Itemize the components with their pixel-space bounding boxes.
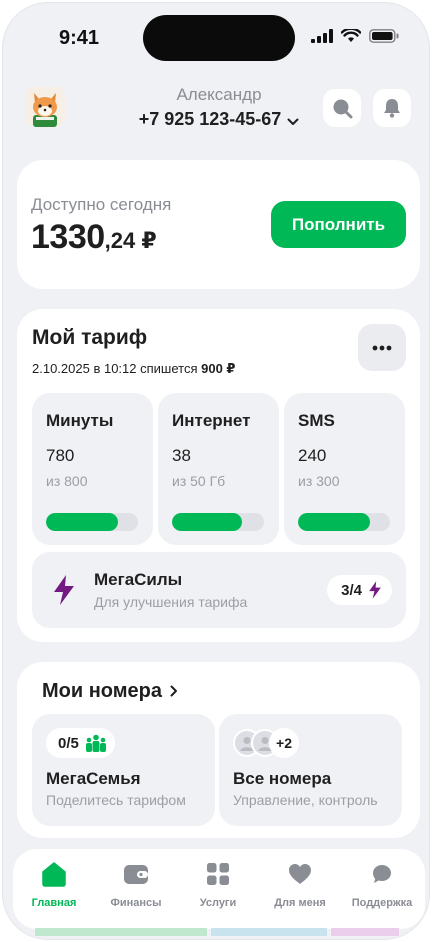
usage-sms[interactable]: SMS 240 из 300: [284, 393, 405, 545]
home-icon: [42, 862, 66, 887]
nav-item-services[interactable]: Услуги: [177, 859, 259, 909]
balance-amount: 1330,24 ₽: [31, 218, 157, 257]
usage-progress-fill: [172, 513, 242, 531]
usage-limit: из 300: [298, 473, 340, 489]
battery-icon: [369, 29, 399, 43]
usage-name: Интернет: [172, 411, 251, 430]
search-button[interactable]: [323, 89, 361, 127]
usage-name: SMS: [298, 411, 335, 430]
usage-progress-fill: [46, 513, 118, 531]
balance-amount-main: 1330: [31, 218, 105, 256]
usage-value: 240: [298, 446, 327, 465]
phone-number: +7 925 123-45-67: [138, 109, 282, 129]
bottom-nav: Главная Финансы Услуги Для меня Поддержк…: [13, 849, 425, 929]
peek-strip-green: [35, 928, 207, 936]
phone-selector[interactable]: +7 925 123-45-67: [3, 109, 429, 131]
usage-minutes[interactable]: Минуты 780 из 800: [32, 393, 153, 545]
peek-strip-pink: [331, 928, 399, 936]
chevron-down-icon: [287, 110, 299, 131]
balance-card: Доступно сегодня 1330,24 ₽ Пополнить: [17, 160, 420, 289]
numbers-title-link[interactable]: Мои номера: [42, 680, 178, 703]
megafamily-subtitle: Поделитесь тарифом: [46, 792, 186, 808]
usage-limit: из 50 Гб: [172, 473, 226, 489]
usage-value: 38: [172, 446, 191, 465]
numbers-title: Мои номера: [42, 680, 163, 702]
megafamily-badge: 0/5: [46, 728, 115, 758]
nav-item-finance[interactable]: Финансы: [95, 859, 177, 909]
nav-item-support[interactable]: Поддержка: [341, 859, 423, 909]
nav-label: Финансы: [110, 897, 162, 909]
nav-item-for-me[interactable]: Для меня: [259, 859, 341, 909]
bell-icon: [384, 99, 400, 118]
peek-strip-blue: [211, 928, 327, 936]
topup-button[interactable]: Пополнить: [271, 201, 406, 248]
megafamily-card[interactable]: 0/5 МегаСемья Поделитесь тарифом: [32, 714, 215, 826]
app-screen: 9:41 Александр +7 925 123-45-67 Доступно…: [2, 2, 430, 940]
all-numbers-card[interactable]: +2 Все номера Управление, контроль: [219, 714, 402, 826]
nav-label: Главная: [31, 897, 77, 909]
tariff-title: Мой тариф: [32, 326, 148, 349]
tariff-charge-info: 2.10.2025 в 10:12 спишется 900 ₽: [32, 361, 235, 377]
megafamily-title: МегаСемья: [46, 769, 141, 788]
usage-name: Минуты: [46, 411, 114, 430]
usage-value: 780: [46, 446, 75, 465]
lightning-icon: [369, 581, 381, 599]
signal-icon: [311, 29, 333, 43]
megapowers-badge: 3/4: [327, 575, 392, 605]
usage-limit: из 800: [46, 473, 88, 489]
megafamily-count: 0/5: [58, 734, 79, 752]
heart-icon: [289, 864, 311, 884]
numbers-avatars: +2: [233, 728, 299, 758]
usage-progress-bar: [172, 513, 264, 531]
balance-amount-fraction: ,24 ₽: [104, 228, 157, 253]
tariff-card: Мой тариф 2.10.2025 в 10:12 спишется 900…: [17, 309, 420, 642]
wallet-icon: [124, 865, 148, 884]
lightning-icon: [54, 575, 74, 605]
usage-progress-bar: [46, 513, 138, 531]
user-name: Александр: [176, 85, 262, 104]
tariff-charge-amount: 900 ₽: [201, 361, 236, 376]
chevron-right-icon: [170, 681, 178, 701]
megapowers-title: МегаСилы: [94, 570, 183, 589]
search-icon: [333, 99, 353, 119]
nav-label: Поддержка: [351, 897, 413, 909]
all-numbers-subtitle: Управление, контроль: [233, 792, 378, 808]
numbers-card: Мои номера 0/5 МегаСемья Поделитесь тари…: [17, 662, 420, 838]
all-numbers-title: Все номера: [233, 769, 332, 788]
nav-label: Услуги: [199, 897, 237, 909]
notifications-button[interactable]: [373, 89, 411, 127]
usage-internet[interactable]: Интернет 38 из 50 Гб: [158, 393, 279, 545]
megapowers-row[interactable]: МегаСилы Для улучшения тарифа 3/4: [32, 552, 406, 628]
dynamic-island: [143, 15, 295, 61]
wifi-icon: [341, 29, 361, 42]
status-icons: [311, 29, 399, 43]
megapowers-count: 3/4: [341, 581, 362, 599]
nav-item-home[interactable]: Главная: [13, 859, 95, 909]
usage-progress-fill: [298, 513, 370, 531]
usage-progress-bar: [298, 513, 390, 531]
family-icon: [85, 734, 106, 752]
chat-icon: [373, 865, 391, 883]
tariff-more-button[interactable]: [358, 324, 406, 371]
numbers-extra-count: +2: [269, 728, 299, 758]
tariff-charge-prefix: 2.10.2025 в 10:12 спишется: [32, 361, 198, 376]
megapowers-subtitle: Для улучшения тарифа: [94, 594, 248, 610]
grid-icon: [207, 863, 229, 885]
balance-label: Доступно сегодня: [31, 195, 172, 214]
status-time: 9:41: [59, 27, 100, 49]
nav-label: Для меня: [274, 897, 326, 909]
more-dots-icon: [372, 345, 392, 350]
